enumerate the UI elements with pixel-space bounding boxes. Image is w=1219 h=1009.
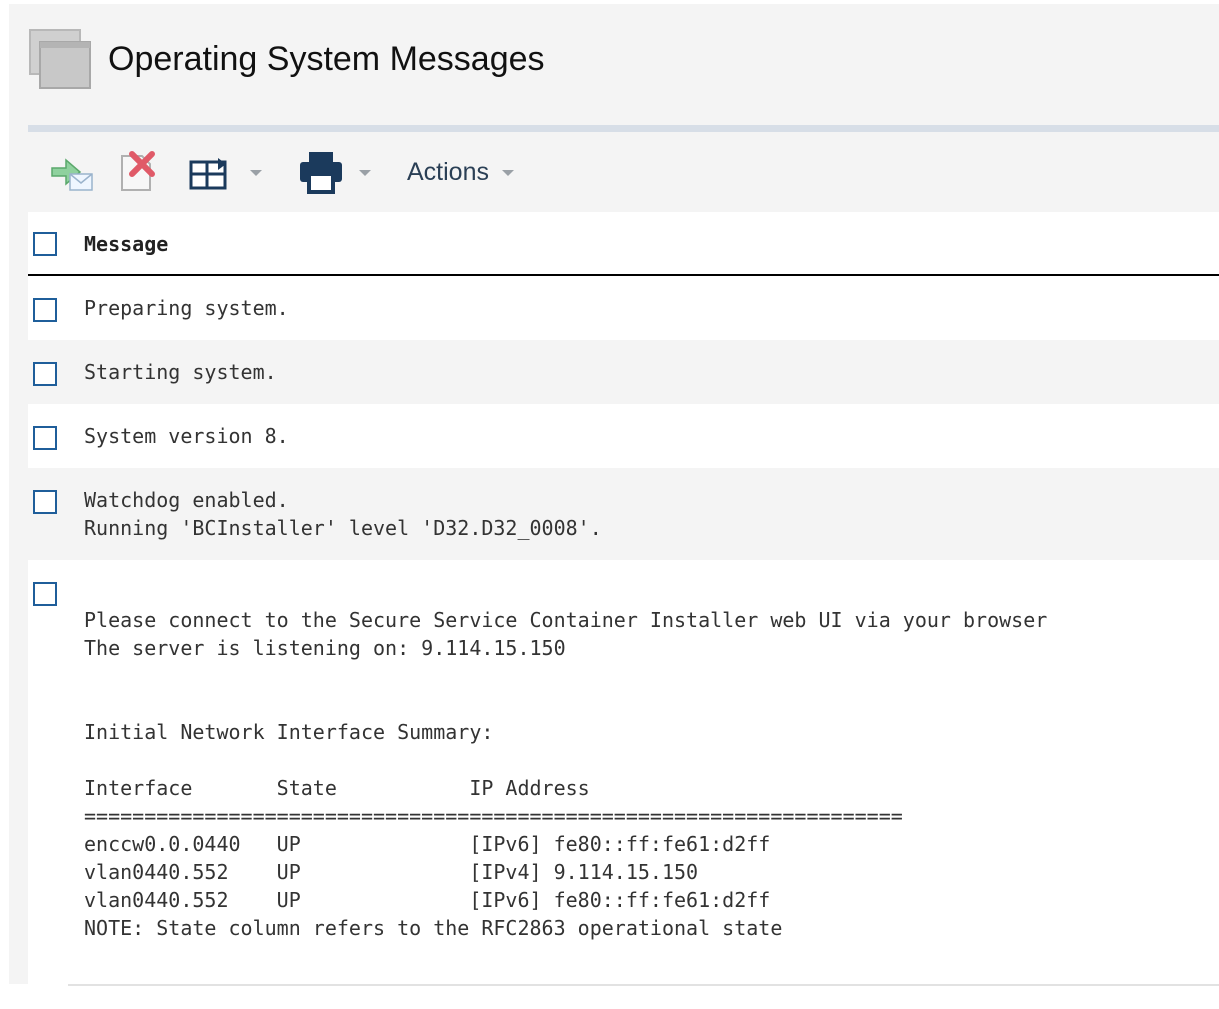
print-dropdown-chevron-icon[interactable] (359, 170, 371, 176)
table-row[interactable]: Please connect to the Secure Service Con… (28, 560, 1219, 984)
header-divider (28, 125, 1219, 132)
row-checkbox[interactable] (33, 490, 57, 514)
columns-dropdown-chevron-icon[interactable] (250, 170, 262, 176)
import-icon[interactable] (50, 154, 96, 194)
row-checkbox[interactable] (33, 582, 57, 606)
actions-chevron-down-icon[interactable] (502, 170, 514, 176)
window-stack-icon (28, 28, 92, 92)
table-row[interactable]: Watchdog enabled. Running 'BCInstaller' … (28, 468, 1219, 560)
row-checkbox[interactable] (33, 298, 57, 322)
message-text: Starting system. (84, 360, 277, 384)
message-text: System version 8. (84, 424, 289, 448)
columns-icon[interactable] (188, 156, 234, 192)
message-text: Please connect to the Secure Service Con… (84, 608, 1048, 940)
row-checkbox[interactable] (33, 362, 57, 386)
messages-table: Message Preparing system. Starting syste… (28, 212, 1219, 984)
row-checkbox[interactable] (33, 426, 57, 450)
print-icon[interactable] (298, 150, 344, 196)
column-header-message[interactable]: Message (84, 232, 168, 256)
toolbar: Actions (28, 132, 1219, 212)
message-text: Watchdog enabled. Running 'BCInstaller' … (84, 488, 602, 540)
delete-icon[interactable] (118, 150, 162, 194)
page-title: Operating System Messages (108, 40, 545, 78)
table-row[interactable]: Starting system. (28, 340, 1219, 404)
table-row[interactable]: Preparing system. (28, 276, 1219, 340)
table-header-row: Message (28, 212, 1219, 276)
actions-menu[interactable]: Actions (407, 158, 489, 187)
message-text: Preparing system. (84, 296, 289, 320)
select-all-checkbox[interactable] (33, 232, 57, 256)
table-bottom-divider (68, 984, 1219, 986)
table-row[interactable]: System version 8. (28, 404, 1219, 468)
